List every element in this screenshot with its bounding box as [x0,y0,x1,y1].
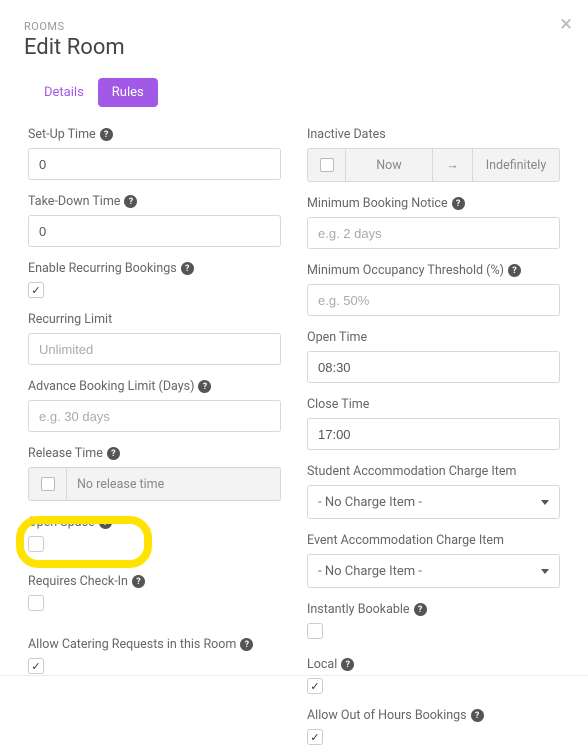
help-icon[interactable]: ? [341,658,354,671]
release-time-text[interactable]: No release time [67,468,280,500]
inactive-dates-group: Now → Indefinitely [307,148,560,182]
recurring-limit-label: Recurring Limit [28,312,281,327]
label-text: Enable Recurring Bookings [28,261,177,276]
takedown-time-input[interactable] [28,215,281,247]
close-time-label: Close Time [307,397,560,412]
select-value: - No Charge Item - [318,495,422,510]
label-text: Requires Check-In [28,574,128,589]
enable-recurring-label: Enable Recurring Bookings ? [28,261,281,276]
allow-ooh-checkbox[interactable]: ✓ [307,729,323,745]
breadcrumb: ROOMS [24,20,564,33]
event-charge-label: Event Accommodation Charge Item [307,533,560,548]
min-occupancy-input[interactable] [307,284,560,316]
instantly-bookable-checkbox[interactable] [307,623,323,639]
label-text: Set-Up Time [28,127,96,142]
takedown-time-label: Take-Down Time ? [28,194,281,209]
local-checkbox[interactable]: ✓ [307,678,323,694]
close-time-input[interactable] [307,418,560,450]
open-time-input[interactable] [307,351,560,383]
local-label: Local ? [307,657,560,672]
label-text: Event Accommodation Charge Item [307,533,504,548]
help-icon[interactable]: ? [240,638,253,651]
help-icon[interactable]: ? [508,264,521,277]
label-text: Take-Down Time [28,194,120,209]
advance-limit-input[interactable] [28,400,281,432]
close-icon[interactable]: × [560,14,572,36]
help-icon[interactable]: ? [414,603,427,616]
help-icon[interactable]: ? [124,195,137,208]
caret-down-icon [541,569,549,574]
label-text: Close Time [307,397,369,412]
requires-checkin-checkbox[interactable] [28,595,44,611]
label-text: Local [307,657,337,672]
allow-ooh-label: Allow Out of Hours Bookings ? [307,708,560,723]
help-icon[interactable]: ? [181,262,194,275]
inactive-dates-checkbox[interactable] [308,149,346,181]
instantly-bookable-label: Instantly Bookable ? [307,602,560,617]
setup-time-input[interactable] [28,148,281,180]
setup-time-label: Set-Up Time ? [28,127,281,142]
label-text: Student Accommodation Charge Item [307,464,516,479]
label-text: Open Time [307,330,367,345]
label-text: Instantly Bookable [307,602,410,617]
student-charge-select[interactable]: - No Charge Item - [307,485,560,519]
help-icon[interactable]: ? [198,380,211,393]
label-text: Open Space [28,515,95,530]
release-time-group: No release time [28,467,281,501]
release-time-checkbox[interactable] [29,468,67,500]
tab-details[interactable]: Details [30,78,98,107]
label-text: Allow Catering Requests in this Room [28,637,236,652]
min-occupancy-label: Minimum Occupancy Threshold (%) ? [307,263,560,278]
event-charge-select[interactable]: - No Charge Item - [307,554,560,588]
inactive-dates-label: Inactive Dates [307,127,560,142]
release-time-label: Release Time ? [28,446,281,461]
open-time-label: Open Time [307,330,560,345]
enable-recurring-checkbox[interactable]: ✓ [28,282,44,298]
help-icon[interactable]: ? [107,447,120,460]
caret-down-icon [541,500,549,505]
page-title: Edit Room [24,35,564,60]
tab-rules[interactable]: Rules [98,78,158,107]
advance-limit-label: Advance Booking Limit (Days) ? [28,379,281,394]
help-icon[interactable]: ? [452,197,465,210]
allow-catering-label: Allow Catering Requests in this Room ? [28,637,281,652]
select-value: - No Charge Item - [318,564,422,579]
arrow-right-icon: → [433,149,473,181]
inactive-dates-indef[interactable]: Indefinitely [473,149,559,181]
label-text: Recurring Limit [28,312,112,327]
help-icon[interactable]: ? [100,128,113,141]
label-text: Allow Out of Hours Bookings [307,708,467,723]
label-text: Minimum Booking Notice [307,196,448,211]
allow-catering-checkbox[interactable]: ✓ [28,658,44,674]
label-text: Advance Booking Limit (Days) [28,379,194,394]
inactive-dates-now[interactable]: Now [346,149,433,181]
help-icon[interactable]: ? [99,516,112,529]
label-text: Release Time [28,446,103,461]
label-text: Minimum Occupancy Threshold (%) [307,263,504,278]
requires-checkin-label: Requires Check-In ? [28,574,281,589]
student-charge-label: Student Accommodation Charge Item [307,464,560,479]
min-notice-input[interactable] [307,217,560,249]
min-notice-label: Minimum Booking Notice ? [307,196,560,211]
open-space-label: Open Space ? [28,515,281,530]
help-icon[interactable]: ? [132,575,145,588]
label-text: Inactive Dates [307,127,386,142]
recurring-limit-input[interactable] [28,333,281,365]
help-icon[interactable]: ? [471,709,484,722]
tabs: Details Rules [30,78,564,107]
open-space-checkbox[interactable] [28,536,44,552]
